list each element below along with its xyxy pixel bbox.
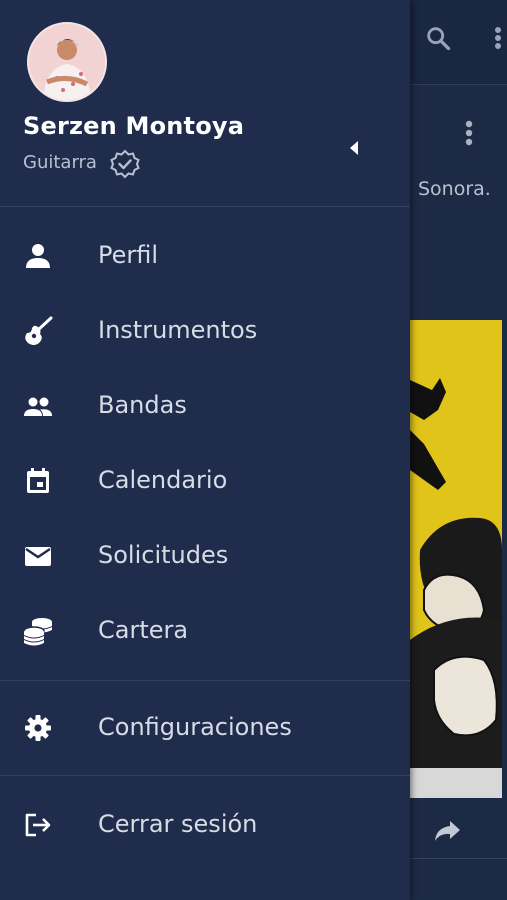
gear-icon (25, 715, 51, 741)
group-icon (24, 397, 52, 416)
search-icon[interactable] (424, 24, 452, 52)
post-text-snippet: Sonora. (418, 178, 491, 200)
menu-item-configuraciones[interactable]: Configuraciones (0, 698, 410, 758)
calendar-icon (27, 468, 49, 493)
menu-item-bandas[interactable]: Bandas (0, 376, 410, 436)
verified-badge-icon (110, 149, 140, 179)
menu-item-label: Instrumentos (98, 316, 258, 344)
menu-item-perfil[interactable]: Perfil (0, 226, 410, 286)
menu-item-label: Calendario (98, 466, 228, 494)
caret-left-icon[interactable] (346, 139, 362, 157)
share-icon[interactable] (432, 818, 462, 844)
menu-item-label: Cartera (98, 616, 189, 644)
menu-divider (0, 680, 410, 681)
menu-item-label: Configuraciones (98, 713, 292, 741)
menu-item-label: Bandas (98, 391, 187, 419)
coins-icon (23, 618, 52, 646)
menu-item-instrumentos[interactable]: Instrumentos (0, 301, 410, 361)
settings-divider (0, 775, 410, 776)
menu-item-cerrar-sesion[interactable]: Cerrar sesión (0, 795, 410, 855)
navigation-drawer: Serzen Montoya Guitarra Perfil Instrumen… (0, 0, 410, 900)
user-instrument: Guitarra (23, 152, 97, 173)
menu-item-cartera[interactable]: Cartera (0, 601, 410, 661)
logout-icon (25, 813, 51, 837)
person-icon (26, 244, 50, 268)
header-divider (0, 206, 410, 207)
user-name: Serzen Montoya (23, 112, 245, 140)
menu-item-label: Solicitudes (98, 541, 229, 569)
more-options-icon[interactable] (490, 24, 506, 52)
mail-icon (25, 547, 51, 566)
guitar-icon (25, 316, 53, 345)
background-divider (410, 858, 507, 859)
menu-item-calendario[interactable]: Calendario (0, 451, 410, 511)
menu-item-label: Cerrar sesión (98, 810, 258, 838)
menu-item-solicitudes[interactable]: Solicitudes (0, 526, 410, 586)
post-image[interactable] (410, 320, 502, 798)
avatar[interactable] (27, 22, 107, 102)
post-options-icon[interactable] (461, 118, 477, 150)
menu-item-label: Perfil (98, 241, 159, 269)
